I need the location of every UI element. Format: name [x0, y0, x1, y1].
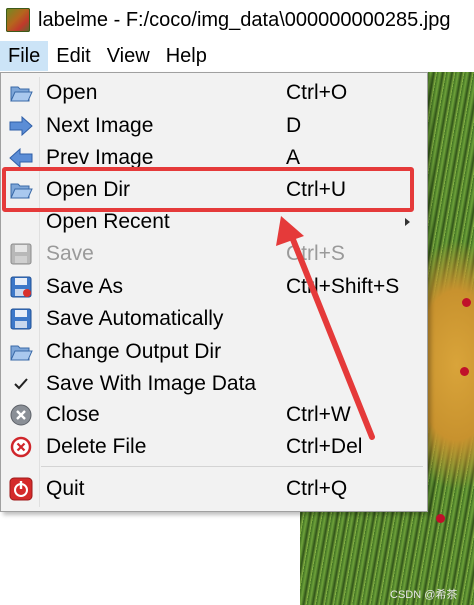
watermark-text: CSDN @希茶 — [390, 589, 458, 601]
red-arrow-annotation — [276, 216, 375, 440]
